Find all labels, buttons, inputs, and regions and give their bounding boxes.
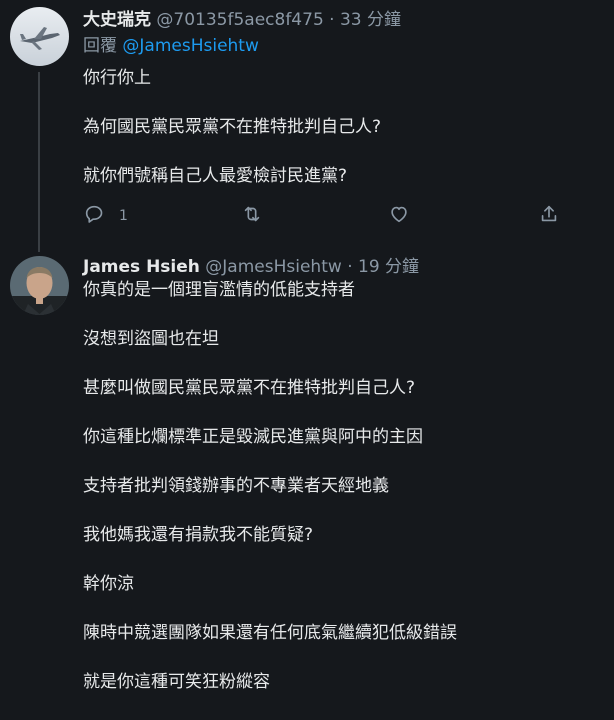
- thread-line: [38, 72, 40, 252]
- tweet-line: 你真的是一個理盲濫情的低能支持者: [83, 280, 355, 300]
- reply-context: 回覆 @JamesHsiehtw: [83, 35, 594, 57]
- tweet-line: 為何國民黨民眾黨不在推特批判自己人?: [83, 117, 382, 137]
- tweet-header: James Hsieh @JamesHsiehtw · 19 分鐘: [83, 256, 594, 278]
- tweet-line: 就是你這種可笑狂粉縱容: [83, 672, 270, 692]
- tweet-header: 大史瑞克 @70135f5aec8f475 · 33 分鐘: [83, 9, 594, 31]
- tweet-text: 你行你上 為何國民黨民眾黨不在推特批判自己人? 就你們號稱自己人最愛檢討民進黨?: [83, 67, 594, 187]
- share-button[interactable]: [538, 204, 560, 228]
- display-name[interactable]: James Hsieh: [83, 257, 200, 277]
- share-icon: [538, 203, 560, 229]
- tweet-line: 陳時中競選團隊如果還有任何底氣繼續犯低級錯誤: [83, 623, 457, 643]
- user-handle[interactable]: @70135f5aec8f475: [156, 10, 323, 30]
- avatar[interactable]: [10, 256, 69, 315]
- separator: ·: [347, 257, 353, 277]
- like-button[interactable]: [388, 204, 410, 228]
- tweet-line: 就你們號稱自己人最愛檢討民進黨?: [83, 166, 348, 186]
- reply-count: 1: [119, 208, 128, 224]
- tweet-line: 支持者批判領錢辦事的不專業者天經地義: [83, 476, 389, 496]
- display-name[interactable]: 大史瑞克: [83, 10, 151, 30]
- tweet-line: 沒想到盜圖也在坦: [83, 329, 219, 349]
- tweet-line: 甚麼叫做國民黨民眾黨不在推特批判自己人?: [83, 378, 416, 398]
- user-handle[interactable]: @JamesHsiehtw: [205, 257, 341, 277]
- tweet[interactable]: 大史瑞克 @70135f5aec8f475 · 33 分鐘 回覆 @JamesH…: [0, 0, 614, 252]
- reply-mention[interactable]: @JamesHsiehtw: [122, 36, 258, 56]
- timestamp[interactable]: 33 分鐘: [340, 10, 401, 30]
- tweet-text: 你真的是一個理盲濫情的低能支持者 沒想到盜圖也在坦 甚麼叫做國民黨民眾黨不在推特…: [83, 279, 594, 693]
- retweet-icon: [241, 203, 263, 229]
- tweet-line: 幹你涼: [83, 574, 134, 594]
- tweet-actions: 1: [83, 204, 563, 228]
- reply-icon: [83, 203, 105, 229]
- tweet[interactable]: James Hsieh @JamesHsiehtw · 19 分鐘 你真的是一個…: [0, 252, 614, 711]
- heart-icon: [388, 203, 410, 229]
- avatar[interactable]: [10, 7, 69, 66]
- tweet-line: 你行你上: [83, 68, 151, 88]
- tweet-line: 我他媽我還有捐款我不能質疑?: [83, 525, 314, 545]
- timestamp[interactable]: 19 分鐘: [358, 257, 419, 277]
- separator: ·: [329, 10, 335, 30]
- tweet-line: 你這種比爛標準正是毀滅民進黨與阿中的主因: [83, 427, 423, 447]
- reply-button[interactable]: 1: [83, 204, 128, 228]
- reply-prefix: 回覆: [83, 36, 117, 56]
- retweet-button[interactable]: [241, 204, 263, 228]
